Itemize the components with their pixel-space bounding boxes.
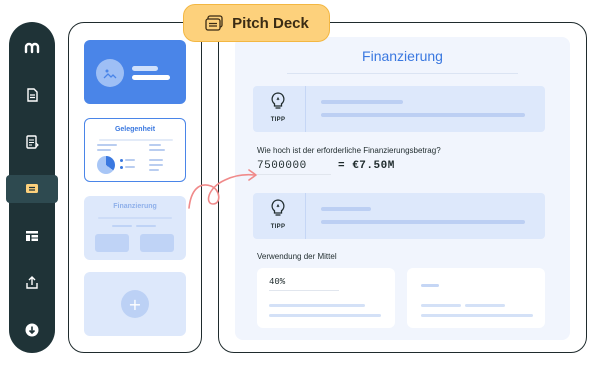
thumb-line bbox=[125, 159, 135, 161]
thumb-title: Gelegenheit bbox=[114, 126, 156, 133]
usage-percent: 40% bbox=[269, 277, 286, 287]
slide-canvas: Finanzierung TIPP Wie hoch ist der erfor… bbox=[235, 37, 570, 340]
thumb-bar bbox=[132, 75, 170, 80]
tip-line bbox=[321, 207, 371, 211]
usage-card[interactable]: 40% bbox=[257, 268, 395, 328]
usage-card[interactable] bbox=[407, 268, 545, 328]
add-slide-button[interactable]: + bbox=[84, 272, 186, 336]
pie-chart-icon bbox=[97, 156, 115, 174]
tip-divider bbox=[305, 193, 306, 239]
amount-result: = €7.50M bbox=[338, 160, 395, 172]
usage-label: Verwendung der Mittel bbox=[257, 252, 337, 261]
slide-thumbnail-cover[interactable] bbox=[84, 40, 186, 104]
placeholder-line bbox=[269, 304, 365, 307]
tip-line bbox=[321, 100, 403, 104]
input-underline bbox=[269, 290, 339, 291]
amount-input[interactable]: 7500000 bbox=[257, 160, 331, 175]
thumb-block bbox=[95, 234, 129, 252]
thumb-block bbox=[140, 234, 174, 252]
legend-dot bbox=[120, 166, 123, 169]
thumb-line bbox=[136, 225, 156, 227]
thumb-rule bbox=[99, 139, 173, 141]
legend-dot bbox=[120, 159, 123, 162]
tip-divider bbox=[305, 86, 306, 132]
notes-icon[interactable] bbox=[9, 128, 55, 156]
thumb-bar bbox=[132, 66, 158, 71]
placeholder-line bbox=[269, 314, 381, 317]
slide-thumbnail-financing[interactable]: Finanzierung bbox=[84, 196, 186, 260]
slide-title[interactable]: Finanzierung bbox=[235, 48, 570, 64]
presentation-icon[interactable] bbox=[6, 175, 58, 203]
image-icon bbox=[96, 59, 124, 87]
thumb-rule bbox=[98, 217, 172, 219]
app-sidebar bbox=[6, 22, 58, 353]
document-icon[interactable] bbox=[9, 81, 55, 109]
question-text: Wie hoch ist der erforderliche Finanzier… bbox=[257, 146, 441, 155]
lightbulb-icon: TIPP bbox=[264, 91, 292, 123]
thumb-line bbox=[149, 169, 159, 171]
placeholder-line bbox=[421, 314, 533, 317]
board-icon[interactable] bbox=[9, 222, 55, 250]
tip-line bbox=[321, 113, 525, 117]
tip-line bbox=[321, 220, 525, 224]
thumb-line bbox=[125, 166, 135, 168]
placeholder-line bbox=[421, 304, 461, 307]
slides-panel: Gelegenheit Finanzierung + bbox=[68, 22, 202, 353]
thumb-line bbox=[149, 149, 165, 151]
thumb-line bbox=[149, 164, 163, 166]
pitch-deck-label: Pitch Deck bbox=[232, 14, 309, 32]
tip-label: TIPP bbox=[270, 224, 286, 230]
logo-icon[interactable] bbox=[9, 34, 55, 62]
thumb-line bbox=[97, 144, 117, 146]
connector-arrow-icon bbox=[188, 169, 257, 209]
thumb-line bbox=[112, 225, 132, 227]
thumb-line bbox=[149, 159, 163, 161]
lightbulb-icon: TIPP bbox=[264, 198, 292, 230]
thumb-line bbox=[149, 144, 161, 146]
placeholder-line bbox=[421, 284, 439, 287]
pitch-deck-tag: Pitch Deck bbox=[183, 4, 330, 42]
thumb-title: Finanzierung bbox=[113, 203, 157, 210]
export-icon[interactable] bbox=[9, 269, 55, 297]
tip-label: TIPP bbox=[270, 117, 286, 123]
tip-card[interactable]: TIPP bbox=[253, 86, 545, 132]
title-divider bbox=[287, 73, 518, 74]
thumb-line bbox=[97, 149, 111, 151]
plus-icon: + bbox=[121, 290, 149, 318]
placeholder-line bbox=[465, 304, 505, 307]
download-icon[interactable] bbox=[9, 316, 55, 344]
presentation-icon bbox=[205, 15, 223, 31]
tip-card[interactable]: TIPP bbox=[253, 193, 545, 239]
slide-thumbnail-opportunity[interactable]: Gelegenheit bbox=[84, 118, 186, 182]
slide-editor: Finanzierung TIPP Wie hoch ist der erfor… bbox=[218, 22, 587, 353]
